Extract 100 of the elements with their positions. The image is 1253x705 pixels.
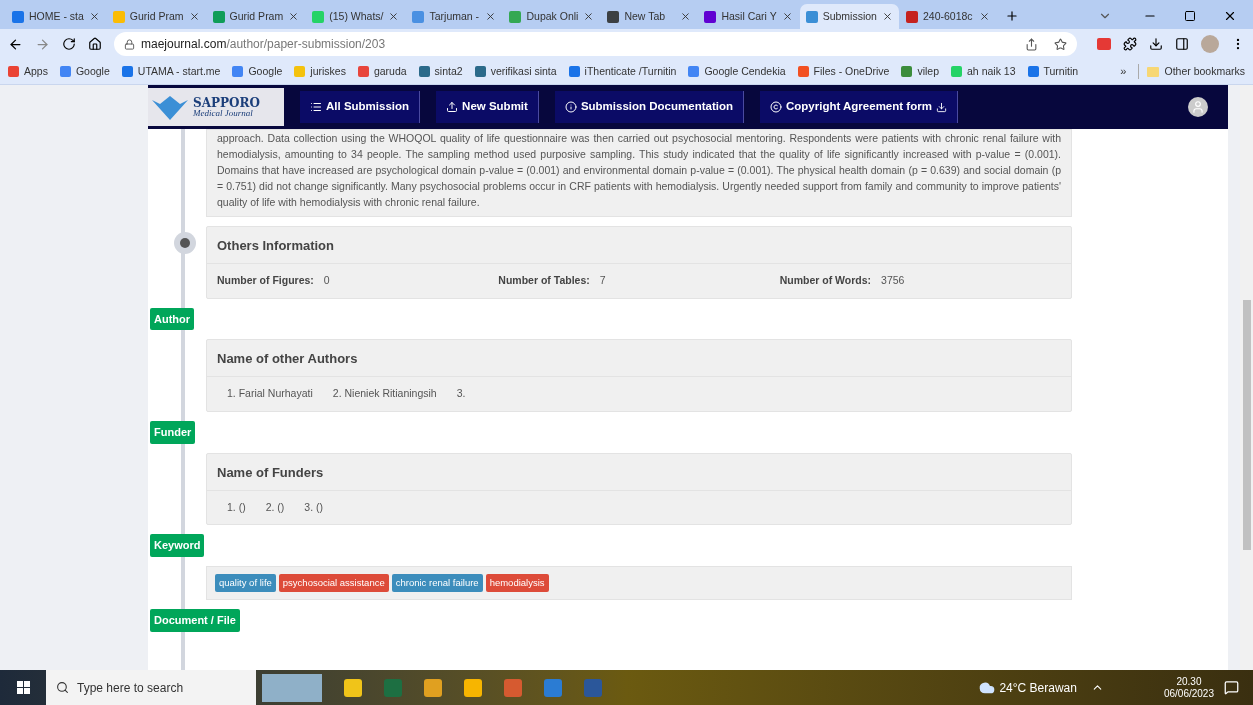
folder-icon	[1147, 66, 1160, 77]
bookmark-item[interactable]: UTAMA - start.me	[121, 63, 221, 80]
download-icon[interactable]	[1149, 37, 1163, 51]
overflow-chevron[interactable]: »	[1120, 63, 1127, 80]
bookmark-item[interactable]: vilep	[901, 63, 940, 80]
taskbar-search-field[interactable]: Type here to search	[46, 670, 256, 705]
tab-title: Gurid Pram	[229, 8, 284, 24]
upload-icon	[446, 101, 459, 113]
download-icon	[935, 101, 947, 113]
info-icon	[564, 101, 577, 113]
close-icon[interactable]	[485, 11, 497, 22]
browser-tab[interactable]: Gurid Pram	[106, 4, 206, 29]
share-icon[interactable]	[1025, 37, 1038, 51]
keyword-tag: hemodialysis	[485, 573, 549, 592]
tab-title: Tarjuman -	[429, 8, 481, 24]
star-icon[interactable]	[1054, 37, 1067, 51]
close-icon[interactable]	[188, 11, 200, 22]
user-avatar[interactable]	[1188, 97, 1208, 117]
nav-button[interactable]: New Submit	[436, 91, 539, 123]
bookmark-item[interactable]: Google Cendekia	[688, 63, 786, 80]
close-icon[interactable]	[881, 11, 893, 22]
forward-icon[interactable]	[35, 36, 50, 52]
bookmark-item[interactable]: Files - OneDrive	[797, 63, 890, 80]
landscape-picture	[262, 673, 322, 702]
tab-title: HOME - sta	[29, 8, 84, 24]
field-value: 0	[323, 273, 330, 288]
logo-subtitle: Medical Journal	[193, 108, 254, 118]
bookmark-folder[interactable]: Other bookmarks	[1138, 63, 1245, 80]
close-icon[interactable]	[781, 11, 793, 22]
tab-title: (15) Whats/	[329, 8, 384, 24]
list-item: 3.	[456, 386, 466, 402]
home-icon[interactable]	[88, 37, 102, 51]
browser-tab[interactable]: (15) Whats/	[306, 4, 406, 29]
new-tab-icon[interactable]	[1004, 9, 1019, 23]
taskbar-app-icon[interactable]	[464, 678, 482, 697]
taskbar-app-icon[interactable]	[344, 678, 362, 697]
field-label: Number of Figures:	[217, 273, 314, 288]
journal-logo[interactable]: SAPPORO Medical Journal	[148, 88, 284, 126]
keyword-tag: psychosocial assistance	[278, 573, 389, 592]
bookmark-item[interactable]: Google	[59, 63, 110, 80]
reload-icon[interactable]	[62, 37, 76, 51]
card-title: Others Information	[217, 238, 334, 253]
taskbar-app-icon[interactable]	[424, 678, 442, 697]
browser-tab[interactable]: Submission	[799, 4, 899, 29]
browser-tab[interactable]: Dupak Onli	[503, 4, 601, 29]
side-panel-icon[interactable]	[1175, 37, 1189, 51]
field-label: Number of Words:	[779, 273, 872, 288]
weather-text: 24°C Berawan	[999, 679, 1077, 697]
back-icon[interactable]	[8, 36, 23, 52]
close-icon[interactable]	[288, 11, 300, 22]
browser-tab[interactable]: Gurid Pram	[206, 4, 306, 29]
bookmark-item[interactable]: ah naik 13	[951, 63, 1016, 80]
tab-title: Dupak Onli	[526, 8, 579, 24]
tab-title: Submission	[822, 8, 877, 24]
list-item: 2. ()	[265, 499, 285, 515]
bookmark-item[interactable]: sinta2	[418, 63, 463, 80]
tab-title: Hasil Cari Y	[721, 8, 777, 24]
close-icon[interactable]	[388, 11, 400, 22]
nav-button[interactable]: All Submission	[300, 91, 421, 123]
browser-tab[interactable]: New Tab	[601, 4, 698, 29]
address-bar[interactable]: maejournal.com/author/paper-submission/203	[114, 32, 1077, 56]
browser-tab[interactable]: Hasil Cari Y	[698, 4, 799, 29]
browser-tab[interactable]: 240-6018c	[899, 4, 996, 29]
puzzle-icon[interactable]	[1123, 37, 1137, 51]
browser-tab[interactable]: Tarjuman -	[406, 4, 503, 29]
list-item: 1. Farial Nurhayati	[227, 386, 313, 402]
section-label: Document / File	[150, 609, 240, 632]
keyword-tag: chronic renal failure	[391, 573, 483, 592]
bookmark-item[interactable]: iThenticate /Turnitin	[568, 63, 677, 80]
nav-button[interactable]: Copyright Agreement form	[759, 91, 958, 123]
tab-title: 240-6018c	[922, 8, 974, 24]
bookmark-item[interactable]: Apps	[8, 63, 48, 80]
logo-title: SAPPORO	[193, 96, 260, 109]
close-icon[interactable]	[978, 11, 990, 22]
list-icon	[310, 101, 322, 113]
section-label: Funder	[150, 421, 196, 444]
close-icon[interactable]	[680, 11, 692, 22]
browser-tab[interactable]: HOME - sta	[6, 4, 106, 29]
list-item: 3. ()	[304, 499, 323, 515]
nav-button[interactable]: Submission Documentation	[554, 91, 744, 123]
bookmark-item[interactable]: Google	[232, 63, 283, 80]
clock-date: 06/06/2023	[1163, 687, 1214, 700]
bookmark-item[interactable]: juriskes	[294, 63, 346, 80]
field-label: Number of Tables:	[498, 273, 590, 288]
card-title: Name of other Authors	[217, 351, 358, 367]
notifications-icon[interactable]	[1224, 680, 1239, 695]
list-item: 1. ()	[227, 499, 246, 515]
close-icon[interactable]	[88, 11, 100, 22]
search-icon	[56, 681, 69, 694]
card-title: Name of Funders	[217, 464, 324, 480]
tab-title: Gurid Pram	[129, 8, 184, 24]
field-value: 7	[599, 273, 606, 288]
close-icon[interactable]	[1223, 9, 1237, 23]
bookmark-item[interactable]: Turnitin	[1027, 63, 1079, 80]
maximize-icon[interactable]	[1184, 10, 1196, 22]
field-value: 3756	[881, 273, 905, 288]
close-icon[interactable]	[583, 11, 595, 22]
bookmark-item[interactable]: garuda	[357, 63, 407, 80]
bookmark-item[interactable]: verifikasi sinta	[474, 63, 557, 80]
keyword-tag: quality of life	[215, 573, 276, 592]
